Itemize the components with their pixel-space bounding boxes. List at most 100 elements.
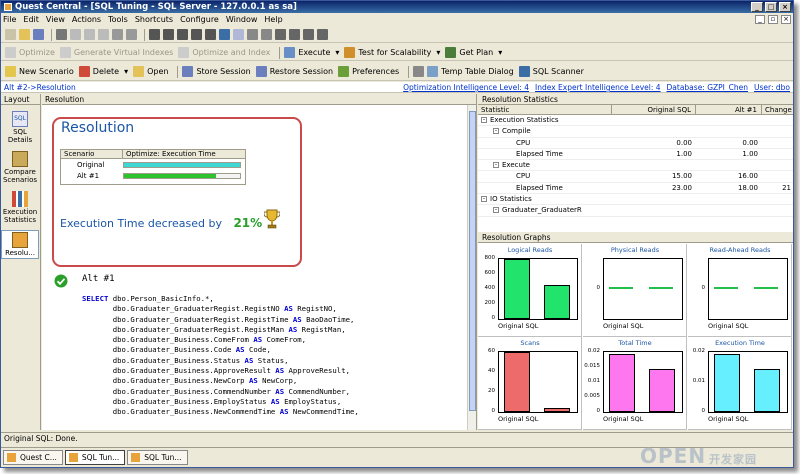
change-column-header[interactable]: Change (762, 105, 793, 114)
get-plan-button[interactable]: Get Plan (459, 48, 493, 57)
tool-icon[interactable] (247, 29, 258, 40)
maximize-button[interactable]: □ (765, 2, 777, 12)
open-folder-icon[interactable] (19, 29, 30, 40)
statistic-row[interactable]: Elapsed Time 1.00 1.00 (478, 149, 793, 161)
generate-indexes-button[interactable]: Generate Virtual Indexes (74, 48, 173, 57)
delete-button[interactable]: Delete (93, 67, 119, 76)
plan-dropdown[interactable]: ▾ (498, 48, 502, 57)
tool-icon[interactable] (317, 29, 328, 40)
optimize-button[interactable]: Optimize (19, 48, 55, 57)
graphs-tab[interactable]: Resolution Graphs (478, 232, 793, 243)
status-bar: Original SQL: Done. (1, 432, 793, 443)
index-level-link[interactable]: Index Expert Intelligence Level: 4 (535, 82, 661, 93)
vertical-scrollbar[interactable] (467, 105, 476, 430)
scenario-row[interactable]: Original (61, 159, 245, 170)
paste-icon[interactable] (98, 29, 109, 40)
copy-icon[interactable] (84, 29, 95, 40)
test-scalability-button[interactable]: Test for Scalability (358, 48, 431, 57)
grid-icon[interactable] (149, 29, 160, 40)
grid-icon[interactable] (191, 29, 202, 40)
grid-icon[interactable] (177, 29, 188, 40)
open-button[interactable]: Open (147, 67, 168, 76)
menu-configure[interactable]: Configure (180, 15, 219, 24)
statistic-row[interactable]: - Compile (478, 126, 793, 138)
menu-actions[interactable]: Actions (72, 15, 101, 24)
sql-scanner-button[interactable]: SQL Scanner (533, 67, 584, 76)
statistic-row[interactable]: Elapsed Time 23.00 18.00 21 (478, 183, 793, 195)
help-icon[interactable] (219, 29, 230, 40)
execute-dropdown[interactable]: ▾ (335, 48, 339, 57)
delete-dropdown[interactable]: ▾ (124, 67, 128, 76)
optimize-index-button[interactable]: Optimize and Index (192, 48, 270, 57)
child-close-button[interactable]: × (781, 15, 791, 24)
menu-shortcuts[interactable]: Shortcuts (135, 15, 173, 24)
statistic-row[interactable]: - Graduater_GraduaterR (478, 205, 793, 217)
scalability-dropdown[interactable]: ▾ (436, 48, 440, 57)
statistic-row[interactable]: - Execution Statistics (478, 115, 793, 127)
statistic-row[interactable]: - IO Statistics (478, 194, 793, 206)
resolution-tab[interactable]: Resolution (42, 94, 476, 105)
layout-tab[interactable]: Layout (1, 94, 40, 105)
tool-icon[interactable] (261, 29, 272, 40)
cut-icon[interactable] (70, 29, 81, 40)
child-minimize-button[interactable]: _ (755, 15, 765, 24)
statistic-row[interactable]: CPU 15.00 16.00 (478, 171, 793, 183)
task-quest-central[interactable]: Quest C... (3, 450, 63, 465)
new-scenario-button[interactable]: New Scenario (19, 67, 74, 76)
statistic-column-header[interactable]: Statistic (478, 105, 612, 114)
scenario-row[interactable]: Alt #1 (61, 170, 245, 181)
menu-view[interactable]: View (46, 15, 65, 24)
database-link[interactable]: Database: GZPI_Chen (667, 82, 749, 93)
restore-session-button[interactable]: Restore Session (270, 67, 333, 76)
tool-icon[interactable] (289, 29, 300, 40)
task-sql-tuning[interactable]: SQL Tun... (127, 450, 188, 465)
new-icon[interactable] (5, 29, 16, 40)
menu-file[interactable]: File (3, 15, 16, 24)
tree-collapse-icon[interactable]: - (481, 196, 487, 203)
store-session-button[interactable]: Store Session (196, 67, 250, 76)
save-icon[interactable] (33, 29, 44, 40)
original-column-header[interactable]: Original SQL (612, 105, 696, 114)
nav-execution-statistics[interactable]: Execution Statistics (1, 190, 39, 225)
nav-resolution[interactable]: Resolu... (1, 230, 39, 259)
preferences-button[interactable]: Preferences (352, 67, 399, 76)
redo-icon[interactable] (126, 29, 137, 40)
child-restore-button[interactable]: ▫ (768, 15, 778, 24)
tree-collapse-icon[interactable]: - (493, 128, 499, 135)
scenario-header[interactable]: Scenario (61, 150, 123, 158)
grid-icon[interactable] (205, 29, 216, 40)
menu-window[interactable]: Window (226, 15, 258, 24)
optimize-header[interactable]: Optimize: Execution Time (123, 150, 216, 158)
statistic-row[interactable]: CPU 0.00 0.00 (478, 138, 793, 149)
print-icon[interactable] (56, 29, 67, 40)
statistics-tab[interactable]: Resolution Statistics (478, 94, 793, 105)
statistic-row[interactable]: - Execute (478, 160, 793, 172)
menu-tools[interactable]: Tools (108, 15, 128, 24)
tree-collapse-icon[interactable]: - (493, 162, 499, 169)
tool-icon[interactable] (303, 29, 314, 40)
tool-icon[interactable] (275, 29, 286, 40)
alt-column-header[interactable]: Alt #1 (696, 105, 762, 114)
sql-text: SELECT dbo.Person_BasicInfo.*, dbo.Gradu… (82, 294, 359, 418)
minimize-button[interactable]: _ (751, 2, 763, 12)
user-link[interactable]: User: dbo (754, 82, 790, 93)
lock-icon[interactable] (413, 66, 425, 77)
menu-help[interactable]: Help (264, 15, 282, 24)
temp-table-button[interactable]: Temp Table Dialog (441, 67, 514, 76)
optimization-level-link[interactable]: Optimization Intelligence Level: 4 (403, 82, 529, 93)
execute-button[interactable]: Execute (298, 48, 330, 57)
close-button[interactable]: × (779, 2, 791, 12)
improvement-percent: 21% (233, 216, 263, 230)
grid-icon[interactable] (163, 29, 174, 40)
menu-edit[interactable]: Edit (23, 15, 39, 24)
nav-sql-details[interactable]: SQL SQL Details (1, 110, 39, 145)
breadcrumb[interactable]: Alt #2->Resolution (4, 82, 76, 93)
nav-compare-scenarios[interactable]: Compare Scenarios (1, 150, 39, 185)
tree-collapse-icon[interactable]: - (493, 207, 499, 214)
task-sql-tuning[interactable]: SQL Tun... (64, 450, 126, 465)
scroll-thumb[interactable] (469, 111, 476, 411)
tree-collapse-icon[interactable]: - (481, 117, 487, 123)
connect-icon[interactable] (233, 29, 244, 40)
sql-token: RegistNO, (292, 304, 337, 314)
undo-icon[interactable] (112, 29, 123, 40)
